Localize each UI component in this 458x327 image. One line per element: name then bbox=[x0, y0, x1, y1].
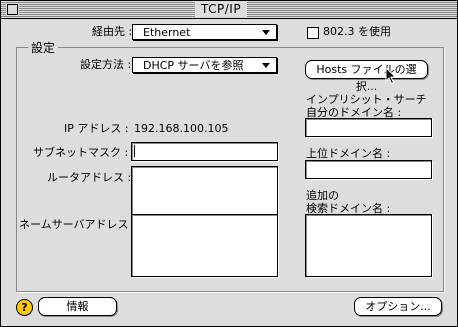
configure-popup[interactable]: DHCP サーバを参照 bbox=[132, 57, 277, 73]
subnet-mask-field[interactable] bbox=[131, 142, 278, 161]
subnet-mask-label: サブネットマスク : bbox=[33, 146, 129, 159]
connect-via-popup[interactable]: Ethernet bbox=[132, 24, 277, 40]
info-button[interactable]: 情報 bbox=[38, 297, 117, 316]
configure-label: 設定方法 : bbox=[80, 58, 132, 71]
router-address-label: ルータアドレス : bbox=[47, 171, 132, 184]
connect-via-label: 経由先 : bbox=[92, 25, 133, 38]
text-caret bbox=[134, 145, 135, 157]
name-server-field[interactable] bbox=[131, 214, 278, 277]
window-title: TCP/IP bbox=[195, 2, 248, 17]
own-domain-field[interactable] bbox=[305, 118, 432, 137]
ip-address-label: IP アドレス : bbox=[64, 122, 129, 135]
title-bar[interactable]: TCP/IP bbox=[1, 1, 457, 19]
configure-value: DHCP サーバを参照 bbox=[143, 59, 244, 72]
ip-address-value: 192.168.100.105 bbox=[134, 122, 229, 135]
name-server-label: ネームサーバアドレス : bbox=[19, 218, 136, 231]
select-hosts-file-button[interactable]: Hosts ファイルの選択... bbox=[305, 60, 428, 93]
popup-arrow-icon bbox=[262, 63, 270, 68]
settings-legend: 設定 bbox=[28, 41, 59, 55]
use-8023-checkbox[interactable] bbox=[307, 27, 319, 39]
admin-domain-label: 上位ドメイン名 : bbox=[306, 147, 391, 160]
implicit-search-label: インプリシット・サーチ bbox=[306, 93, 427, 106]
search-domains-label-line1: 追加の bbox=[306, 189, 339, 202]
use-8023-label[interactable]: 802.3 を使用 bbox=[323, 25, 391, 39]
admin-domain-field[interactable] bbox=[305, 160, 432, 179]
router-address-field[interactable] bbox=[131, 166, 278, 215]
mouse-pointer-icon bbox=[385, 67, 397, 85]
help-icon[interactable]: ? bbox=[16, 299, 33, 316]
connect-via-value: Ethernet bbox=[143, 26, 191, 39]
options-button[interactable]: オプション... bbox=[354, 297, 442, 316]
popup-arrow-icon bbox=[262, 30, 270, 35]
tcpip-window: TCP/IP 経由先 : Ethernet 802.3 を使用 設定 設定方法 … bbox=[0, 0, 458, 327]
close-box-icon[interactable] bbox=[7, 4, 18, 15]
search-domains-field[interactable] bbox=[305, 214, 432, 277]
